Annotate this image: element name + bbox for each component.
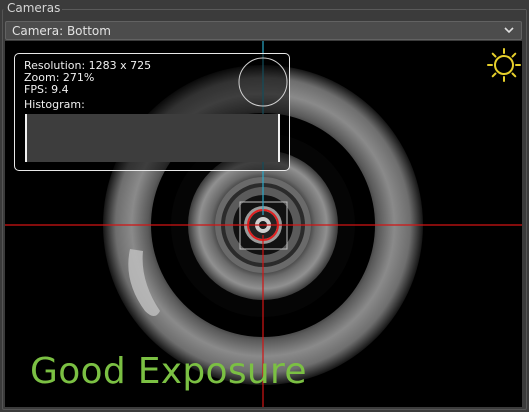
circle-marker-icon	[238, 57, 288, 107]
info-overlay: Resolution: 1283 x 725 Zoom: 271% FPS: 9…	[14, 53, 290, 171]
fps-text: FPS: 9.4	[24, 83, 69, 96]
histogram	[25, 114, 280, 162]
exposure-status-text: Good Exposure	[30, 351, 307, 392]
camera-select[interactable]: Camera: Bottom	[5, 21, 522, 40]
camera-select-value: Camera: Bottom	[12, 23, 111, 38]
histogram-label: Histogram:	[24, 98, 85, 111]
chevron-down-icon	[504, 27, 514, 34]
camera-viewport[interactable]: Resolution: 1283 x 725 Zoom: 271% FPS: 9…	[5, 41, 522, 407]
sun-icon[interactable]	[486, 47, 522, 83]
